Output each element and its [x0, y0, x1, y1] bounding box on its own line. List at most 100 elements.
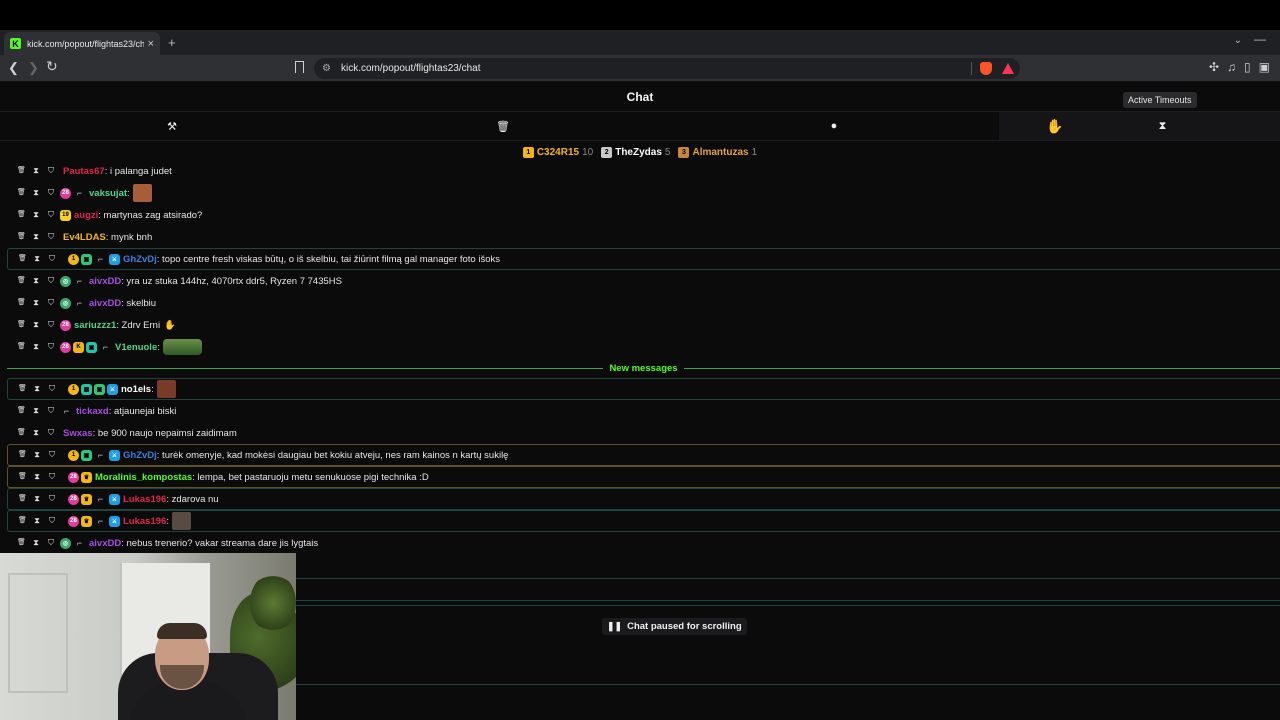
username[interactable]: Ev4LDAS [63, 232, 106, 243]
username[interactable]: vaksujat [89, 188, 127, 199]
tab-search-chevron-icon[interactable]: ⌄ [1234, 35, 1242, 46]
shield-icon[interactable]: ⛉ [47, 428, 55, 438]
forward-icon[interactable]: ❯ [28, 60, 39, 76]
shield-icon[interactable]: ⛉ [48, 472, 56, 482]
hourglass-icon[interactable]: ⧗ [32, 166, 40, 176]
trash-icon[interactable]: 🗑 [17, 188, 26, 198]
trash-icon[interactable]: 🗑 [17, 232, 26, 242]
gift-badge-icon: ▣ [86, 341, 97, 353]
hourglass-icon[interactable]: ⧗ [33, 472, 41, 482]
hourglass-icon[interactable]: ⧗ [32, 428, 40, 438]
chat-paused-button[interactable]: ❚❚ Chat paused for scrolling [602, 618, 747, 635]
shield-icon[interactable]: ⛉ [47, 276, 55, 286]
shield-icon[interactable]: ⛉ [47, 406, 55, 416]
trash-icon[interactable]: 🗑 [18, 384, 27, 394]
leaderboard-item[interactable]: 1 C324R15 10 [522, 146, 593, 158]
message-actions: 🗑 ⧗ ⛉ [0, 210, 60, 220]
deleted-tab[interactable]: 🗑 [337, 112, 669, 140]
hourglass-icon[interactable]: ⧗ [32, 298, 40, 308]
wallet-icon[interactable]: ▣ [1259, 60, 1270, 74]
bookmark-icon[interactable] [295, 61, 304, 73]
shield-icon[interactable]: ⛉ [47, 210, 55, 220]
trash-icon[interactable]: 🗑 [18, 254, 27, 264]
shield-icon[interactable]: ⛉ [47, 538, 55, 548]
leaderboard-item[interactable]: 3 Almantuzas 1 [678, 146, 757, 158]
sidebar-icon[interactable]: ▯ [1244, 60, 1251, 74]
username[interactable]: Swxas [63, 428, 93, 439]
shield-icon[interactable]: ⛉ [47, 232, 55, 242]
username[interactable]: Moralinis_kompostas [95, 472, 192, 483]
trash-icon[interactable]: 🗑 [18, 472, 27, 482]
gun-badge-icon: ⌐ [76, 276, 83, 286]
extensions-icon[interactable]: ✣ [1209, 60, 1219, 74]
active-timeouts-tab[interactable]: ⧗ [999, 112, 1280, 140]
username[interactable]: GhZvDj [123, 450, 157, 461]
brave-rewards-icon[interactable] [1002, 63, 1014, 74]
media-icon[interactable]: ♫ [1227, 60, 1236, 74]
trash-icon[interactable]: 🗑 [17, 342, 26, 352]
browser-tab[interactable]: K kick.com/popout/flightas23/chat × [4, 32, 160, 55]
brave-shield-icon[interactable] [980, 62, 992, 75]
trash-icon[interactable]: 🗑 [18, 450, 27, 460]
shield-icon[interactable]: ⛉ [48, 450, 56, 460]
shield-icon[interactable]: ⛉ [48, 494, 56, 504]
trash-icon[interactable]: 🗑 [17, 406, 26, 416]
gift-leaderboard: 1 C324R15 10 2 TheZydas 5 3 Almantuzas 1 [0, 143, 1280, 161]
hourglass-icon[interactable]: ⧗ [32, 232, 40, 242]
shield-icon[interactable]: ⛉ [47, 166, 55, 176]
shield-icon[interactable]: ⛉ [47, 342, 55, 352]
trash-icon[interactable]: 🗑 [17, 166, 26, 176]
trash-icon[interactable]: 🗑 [17, 276, 26, 286]
username[interactable]: Lukas196 [123, 516, 166, 527]
minimize-icon[interactable]: — [1254, 32, 1266, 46]
username[interactable]: Pautas67 [63, 166, 105, 177]
url-field[interactable]: ⚙ kick.com/popout/flightas23/chat [314, 58, 1020, 79]
reload-icon[interactable]: ↻ [46, 58, 58, 75]
username[interactable]: no1els [121, 384, 151, 395]
hourglass-icon[interactable]: ⧗ [33, 516, 41, 526]
tab-close-icon[interactable]: × [148, 38, 154, 50]
shield-icon[interactable]: ⛉ [48, 254, 56, 264]
hourglass-icon[interactable]: ⧗ [33, 450, 41, 460]
username[interactable]: Lukas196 [123, 494, 166, 505]
hourglass-icon[interactable]: ⧗ [32, 188, 40, 198]
username[interactable]: aivxDD [89, 298, 121, 309]
trash-icon[interactable]: 🗑 [18, 516, 27, 526]
username[interactable]: GhZvDj [123, 254, 157, 265]
hourglass-icon[interactable]: ⧗ [33, 254, 41, 264]
hourglass-icon[interactable]: ⧗ [33, 494, 41, 504]
hourglass-icon[interactable]: ⧗ [33, 384, 41, 394]
back-icon[interactable]: ❮ [8, 60, 19, 76]
hourglass-icon[interactable]: ⧗ [32, 210, 40, 220]
messages-tab[interactable]: ● [668, 112, 1000, 140]
message-actions: 🗑 ⧗ ⛉ [0, 276, 60, 286]
trash-icon[interactable]: 🗑 [17, 538, 26, 548]
hourglass-icon[interactable]: ⧗ [32, 342, 40, 352]
shield-icon[interactable]: ⛉ [47, 188, 55, 198]
site-info-icon[interactable]: ⚙ [322, 63, 331, 74]
trash-icon[interactable]: 🗑 [17, 210, 26, 220]
username[interactable]: tickaxd [76, 406, 109, 417]
hourglass-icon[interactable]: ⧗ [32, 320, 40, 330]
shield-icon[interactable]: ⛉ [48, 384, 56, 394]
new-tab-icon[interactable]: + [168, 35, 176, 50]
trash-icon[interactable]: 🗑 [17, 298, 26, 308]
username[interactable]: sariuzzz1 [74, 320, 116, 331]
hourglass-icon[interactable]: ⧗ [32, 538, 40, 548]
hourglass-icon[interactable]: ⧗ [32, 276, 40, 286]
shield-icon[interactable]: ⛉ [47, 298, 55, 308]
trash-icon[interactable]: 🗑 [18, 494, 27, 504]
username[interactable]: aivxDD [89, 276, 121, 287]
trash-icon[interactable]: 🗑 [17, 428, 26, 438]
trash-icon[interactable]: 🗑 [17, 320, 26, 330]
shield-icon[interactable]: ⛉ [48, 516, 56, 526]
username[interactable]: augzi [74, 210, 98, 221]
green-badge-icon: ▣ [81, 449, 92, 461]
ban-tab[interactable]: ⚒ [6, 112, 338, 140]
hourglass-icon[interactable]: ⧗ [32, 406, 40, 416]
crown-badge-icon: ♛ [81, 471, 92, 483]
leaderboard-item[interactable]: 2 TheZydas 5 [601, 146, 670, 158]
username[interactable]: aivxDD [89, 538, 121, 549]
username[interactable]: V1enuole [115, 342, 157, 353]
shield-icon[interactable]: ⛉ [47, 320, 55, 330]
